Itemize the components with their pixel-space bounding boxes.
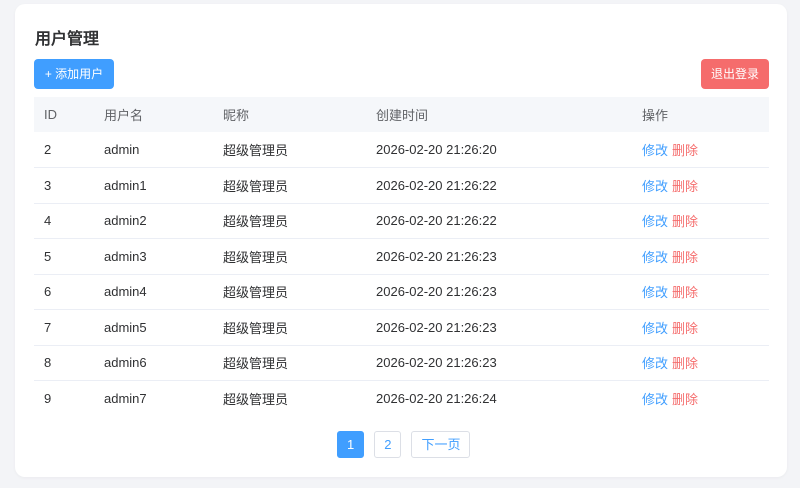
- cell-id: 9: [44, 391, 52, 406]
- add-user-button[interactable]: + 添加用户: [34, 59, 114, 89]
- cell-created: 2026-02-20 21:26:23: [366, 238, 632, 275]
- table-row: 4 admin2 超级管理员 2026-02-20 21:26:22 修改 删除: [34, 203, 769, 239]
- cell-id: 3: [34, 167, 94, 204]
- logout-button[interactable]: 退出登录: [701, 59, 769, 89]
- edit-link[interactable]: 修改: [642, 392, 668, 407]
- column-header-actions: 操作: [632, 97, 769, 132]
- table-row: 9 admin7 超级管理员 2026-02-20 21:26:24 修改 删除: [34, 381, 769, 417]
- cell-username: admin4: [94, 274, 213, 310]
- page-title: 用户管理: [35, 31, 100, 48]
- pagination: 1 2 下一页: [337, 431, 471, 458]
- cell-actions: 修改 删除: [632, 238, 769, 275]
- cell-actions: 修改 删除: [632, 309, 769, 346]
- table-row: 6 admin4 超级管理员 2026-02-20 21:26:23 修改 删除: [34, 274, 769, 310]
- cell-username: admin2: [94, 203, 213, 239]
- cell-username: admin: [94, 132, 213, 168]
- cell-created: 2026-02-20 21:26:23: [366, 309, 632, 346]
- cell-id: 5: [34, 238, 94, 275]
- cell-username: admin3: [94, 238, 213, 275]
- cell-nickname: 超级管理员: [213, 203, 366, 239]
- cell-created: 2026-02-20 21:26:20: [366, 132, 632, 168]
- table-row: 3 admin1 超级管理员 2026-02-20 21:26:22 修改 删除: [34, 167, 769, 204]
- table-row: 2 admin 超级管理员 2026-02-20 21:26:20 修改 删除: [34, 132, 769, 168]
- delete-link[interactable]: 删除: [672, 356, 698, 371]
- delete-link[interactable]: 删除: [672, 250, 698, 265]
- cell-actions: 修改 删除: [632, 132, 769, 168]
- cell-nickname: 超级管理员: [213, 309, 366, 346]
- delete-link[interactable]: 删除: [672, 179, 698, 194]
- user-management-card: 用户管理 + 添加用户 退出登录 ID 用户名 昵称 创建时间 操作 2 admi…: [15, 4, 787, 477]
- cell-nickname: 超级管理员: [213, 345, 366, 381]
- cell-nickname: 超级管理员: [213, 167, 366, 204]
- table-header-row: ID 用户名 昵称 创建时间 操作: [34, 97, 769, 132]
- cell-id: 6: [34, 274, 94, 310]
- cell-id: 8: [34, 345, 94, 381]
- edit-link[interactable]: 修改: [642, 321, 668, 336]
- page-2-button[interactable]: 2: [374, 431, 402, 458]
- column-header-id: ID: [34, 97, 94, 132]
- cell-created: 2026-02-20 21:26:23: [366, 345, 632, 381]
- column-header-created: 创建时间: [366, 97, 632, 132]
- users-table: ID 用户名 昵称 创建时间 操作 2 admin 超级管理员 2026-02-20 …: [34, 97, 769, 416]
- cell-actions: 修改 删除: [632, 203, 769, 239]
- cell-nickname: 超级管理员: [213, 132, 366, 168]
- cell-created: 2026-02-20 21:26:24: [376, 391, 497, 406]
- cell-username: admin7: [104, 391, 147, 406]
- cell-username: admin1: [94, 167, 213, 204]
- column-header-nickname: 昵称: [213, 97, 366, 132]
- page-1-button[interactable]: 1: [337, 431, 365, 458]
- edit-link[interactable]: 修改: [642, 250, 668, 265]
- next-page-button[interactable]: 下一页: [411, 431, 471, 458]
- table-row: 8 admin6 超级管理员 2026-02-20 21:26:23 修改 删除: [34, 345, 769, 381]
- cell-actions: 修改 删除: [632, 345, 769, 381]
- edit-link[interactable]: 修改: [642, 285, 668, 300]
- cell-username: admin5: [94, 309, 213, 346]
- delete-link[interactable]: 删除: [672, 143, 698, 158]
- cell-id: 7: [34, 309, 94, 346]
- cell-created: 2026-02-20 21:26:23: [366, 274, 632, 310]
- delete-link[interactable]: 删除: [672, 392, 698, 407]
- cell-actions: 修改 删除: [632, 167, 769, 204]
- delete-link[interactable]: 删除: [672, 285, 698, 300]
- edit-link[interactable]: 修改: [642, 179, 668, 194]
- edit-link[interactable]: 修改: [642, 143, 668, 158]
- cell-created: 2026-02-20 21:26:22: [366, 203, 632, 239]
- cell-actions: 修改 删除: [632, 274, 769, 310]
- delete-link[interactable]: 删除: [672, 214, 698, 229]
- cell-actions: 修改 删除: [632, 381, 769, 417]
- delete-link[interactable]: 删除: [672, 321, 698, 336]
- cell-nickname: 超级管理员: [213, 274, 366, 310]
- edit-link[interactable]: 修改: [642, 214, 668, 229]
- cell-id: 2: [34, 132, 94, 168]
- cell-created: 2026-02-20 21:26:22: [366, 167, 632, 204]
- column-header-username: 用户名: [94, 97, 213, 132]
- table-row: 5 admin3 超级管理员 2026-02-20 21:26:23 修改 删除: [34, 238, 769, 275]
- edit-link[interactable]: 修改: [642, 356, 668, 371]
- cell-nickname: 超级管理员: [223, 392, 289, 407]
- cell-nickname: 超级管理员: [213, 238, 366, 275]
- cell-username: admin6: [94, 345, 213, 381]
- table-row: 7 admin5 超级管理员 2026-02-20 21:26:23 修改 删除: [34, 309, 769, 346]
- cell-id: 4: [34, 203, 94, 239]
